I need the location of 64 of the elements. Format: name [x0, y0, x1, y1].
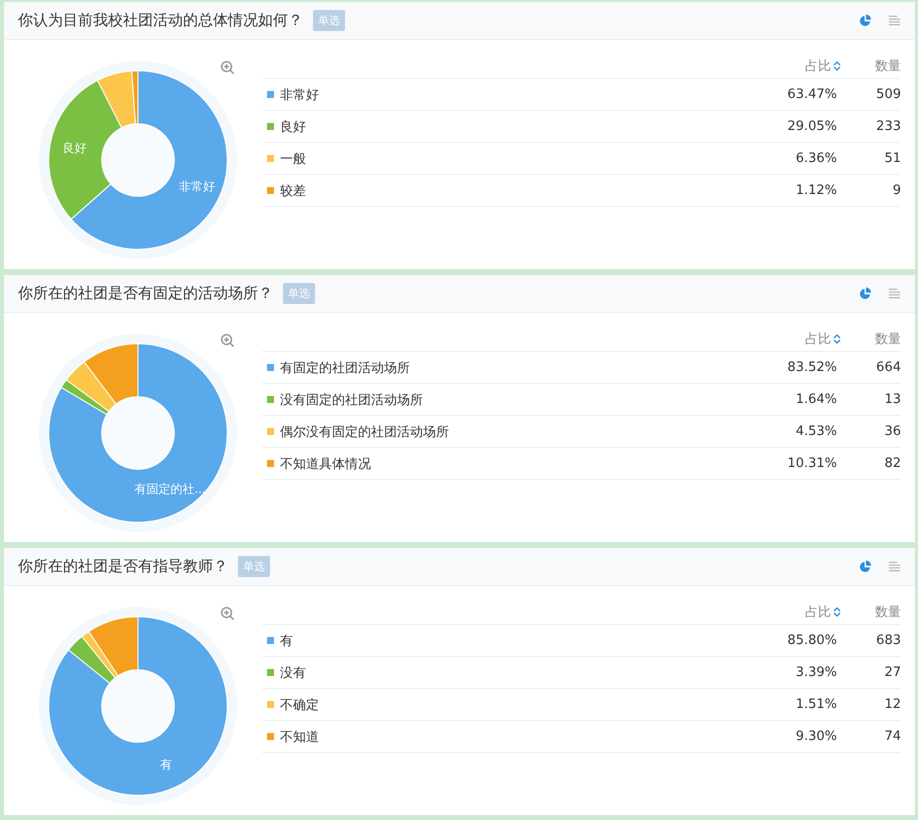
percent-value: 1.51% [794, 697, 837, 712]
pie-chart-icon[interactable] [859, 560, 872, 573]
option-label: 有 [280, 632, 293, 650]
percent-value: 1.12% [794, 183, 837, 198]
count-value: 36 [883, 424, 901, 439]
option-label: 良好 [280, 118, 306, 136]
sort-icon[interactable] [833, 606, 841, 618]
question-title: 你认为目前我校社团活动的总体情况如何？ [18, 11, 303, 30]
slice-label: 有 [160, 757, 172, 772]
percent-value: 9.30% [794, 729, 837, 744]
column-header: 数量 [874, 331, 901, 348]
slice-label: 非常好 [179, 180, 216, 194]
question-type-tag: 单选 [238, 556, 270, 577]
slice-label: 有固定的社... [134, 482, 206, 496]
option-label: 没有固定的社团活动场所 [280, 392, 423, 408]
slice-label: 良好 [62, 140, 86, 155]
count-value: 74 [883, 729, 901, 744]
option-label: 偶尔没有固定的社团活动场所 [280, 424, 449, 440]
percent-value: 63.47% [786, 87, 837, 102]
count-value: 9 [892, 183, 901, 198]
zoom-in-icon[interactable] [220, 60, 235, 75]
option-label: 非常好 [280, 86, 319, 104]
column-header: 数量 [874, 604, 901, 621]
option-label: 不知道 [280, 728, 319, 746]
count-value: 683 [875, 633, 901, 648]
percent-value: 4.53% [794, 424, 837, 439]
percent-value: 85.80% [786, 633, 837, 648]
percent-value: 83.52% [786, 360, 837, 375]
option-label: 没有 [280, 664, 306, 682]
count-value: 82 [883, 456, 901, 471]
count-value: 27 [883, 665, 901, 680]
count-value: 13 [883, 392, 901, 407]
list-icon[interactable] [888, 560, 901, 573]
count-value: 509 [875, 87, 901, 102]
count-value: 12 [883, 697, 901, 712]
column-header: 数量 [874, 58, 901, 75]
percent-value: 6.36% [794, 151, 837, 166]
zoom-in-icon[interactable] [220, 333, 235, 348]
option-label: 一般 [280, 150, 306, 168]
option-label: 不确定 [280, 696, 319, 714]
list-icon[interactable] [888, 287, 901, 300]
percent-value: 1.64% [794, 392, 837, 407]
option-label: 有固定的社团活动场所 [280, 360, 410, 376]
question-type-tag: 单选 [283, 283, 315, 304]
count-value: 51 [883, 151, 901, 166]
option-label: 不知道具体情况 [280, 456, 371, 472]
column-header[interactable]: 占比 [805, 57, 831, 75]
question-type-tag: 单选 [313, 10, 345, 31]
pie-chart-icon[interactable] [859, 287, 872, 300]
sort-icon[interactable] [833, 333, 841, 345]
count-value: 233 [875, 119, 901, 134]
column-header[interactable]: 占比 [805, 330, 831, 348]
list-icon[interactable] [888, 14, 901, 27]
column-header[interactable]: 占比 [805, 603, 831, 621]
percent-value: 3.39% [794, 665, 837, 680]
pie-chart-icon[interactable] [859, 14, 872, 27]
question-title: 你所在的社团是否有固定的活动场所？ [18, 284, 273, 303]
option-label: 较差 [280, 182, 306, 200]
count-value: 664 [875, 360, 901, 375]
sort-icon[interactable] [833, 60, 841, 72]
percent-value: 10.31% [786, 456, 837, 471]
zoom-in-icon[interactable] [220, 606, 235, 621]
question-title: 你所在的社团是否有指导教师？ [18, 557, 228, 576]
percent-value: 29.05% [786, 119, 837, 134]
